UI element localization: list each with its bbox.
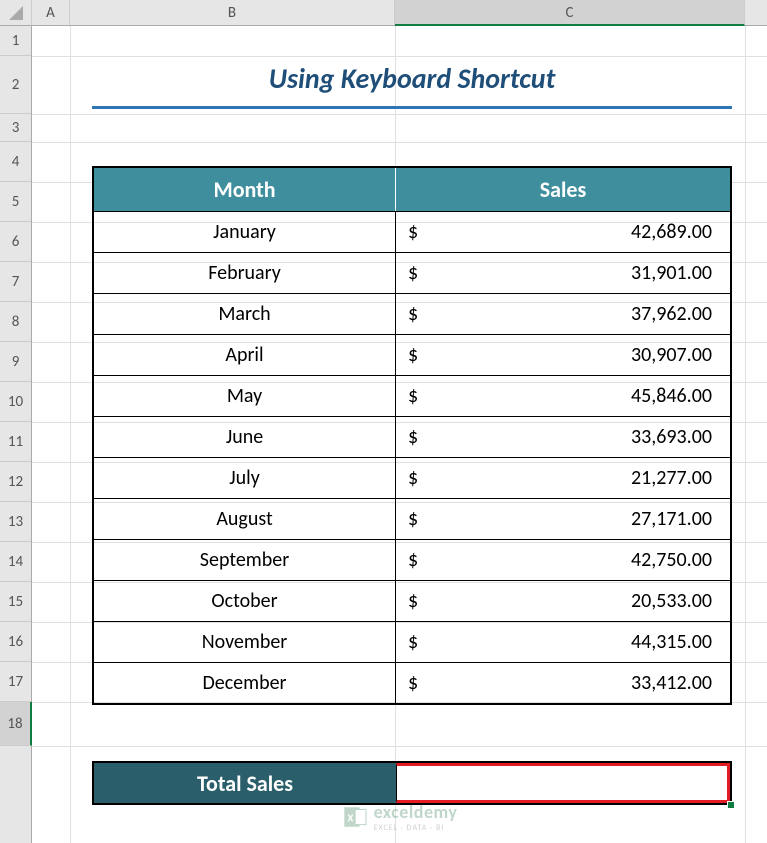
sales-cell[interactable]: $33,693.00 <box>396 417 730 457</box>
sales-cell[interactable]: $33,412.00 <box>396 663 730 703</box>
month-cell[interactable]: January <box>94 212 396 252</box>
month-cell[interactable]: November <box>94 622 396 662</box>
header-sales[interactable]: Sales <box>396 168 730 211</box>
sales-cell[interactable]: $45,846.00 <box>396 376 730 416</box>
svg-text:X: X <box>347 811 353 824</box>
row-header-4[interactable]: 4 <box>0 142 31 182</box>
month-cell[interactable]: June <box>94 417 396 457</box>
month-cell[interactable]: December <box>94 663 396 703</box>
month-cell[interactable]: March <box>94 294 396 334</box>
row-header-16[interactable]: 16 <box>0 622 31 662</box>
row-header-10[interactable]: 10 <box>0 382 31 422</box>
total-label[interactable]: Total Sales <box>94 763 396 803</box>
row-header-3[interactable]: 3 <box>0 114 31 142</box>
data-table: Month Sales January$42,689.00February$31… <box>92 166 732 705</box>
table-row: October$20,533.00 <box>94 580 730 621</box>
page-title: Using Keyboard Shortcut <box>92 61 732 96</box>
col-header-B[interactable]: B <box>70 0 395 25</box>
table-row: March$37,962.00 <box>94 293 730 334</box>
table-row: May$45,846.00 <box>94 375 730 416</box>
select-all-corner[interactable] <box>0 0 32 26</box>
col-header-C[interactable]: C <box>395 0 745 26</box>
active-cell-overlay <box>396 761 731 805</box>
sales-cell[interactable]: $44,315.00 <box>396 622 730 662</box>
sales-cell[interactable]: $30,907.00 <box>396 335 730 375</box>
row-header-1[interactable]: 1 <box>0 26 31 56</box>
month-cell[interactable]: September <box>94 540 396 580</box>
table-row: February$31,901.00 <box>94 252 730 293</box>
sales-cell[interactable]: $42,689.00 <box>396 212 730 252</box>
table-row: July$21,277.00 <box>94 457 730 498</box>
fill-handle[interactable] <box>727 801 735 809</box>
table-row: December$33,412.00 <box>94 662 730 703</box>
col-header-A[interactable]: A <box>32 0 70 25</box>
row-header-14[interactable]: 14 <box>0 542 31 582</box>
table-row: August$27,171.00 <box>94 498 730 539</box>
sales-cell[interactable]: $42,750.00 <box>396 540 730 580</box>
watermark: X exceldemy EXCEL · DATA · BI <box>342 801 458 833</box>
row-header-11[interactable]: 11 <box>0 422 31 462</box>
row-header-9[interactable]: 9 <box>0 342 31 382</box>
month-cell[interactable]: February <box>94 253 396 293</box>
sales-cell[interactable]: $20,533.00 <box>396 581 730 621</box>
row-header-13[interactable]: 13 <box>0 502 31 542</box>
month-cell[interactable]: October <box>94 581 396 621</box>
month-cell[interactable]: August <box>94 499 396 539</box>
sales-cell[interactable]: $27,171.00 <box>396 499 730 539</box>
table-header: Month Sales <box>94 168 730 211</box>
row-header-7[interactable]: 7 <box>0 262 31 302</box>
row-header-5[interactable]: 5 <box>0 182 31 222</box>
watermark-sub: EXCEL · DATA · BI <box>374 823 458 833</box>
sales-cell[interactable]: $37,962.00 <box>396 294 730 334</box>
table-row: September$42,750.00 <box>94 539 730 580</box>
worksheet-grid[interactable]: Using Keyboard Shortcut Month Sales Janu… <box>32 26 767 843</box>
row-headers: 123456789101112131415161718 <box>0 26 32 843</box>
row-header-17[interactable]: 17 <box>0 662 31 702</box>
sheet-content: Using Keyboard Shortcut Month Sales Janu… <box>32 26 767 843</box>
row-header-15[interactable]: 15 <box>0 582 31 622</box>
row-header-8[interactable]: 8 <box>0 302 31 342</box>
month-cell[interactable]: May <box>94 376 396 416</box>
sales-cell[interactable]: $21,277.00 <box>396 458 730 498</box>
title-underline <box>92 106 732 109</box>
table-row: January$42,689.00 <box>94 211 730 252</box>
table-row: April$30,907.00 <box>94 334 730 375</box>
header-month[interactable]: Month <box>94 168 396 211</box>
column-headers: A B C <box>32 0 767 26</box>
row-header-2[interactable]: 2 <box>0 56 31 114</box>
excel-icon: X <box>342 804 368 830</box>
table-row: November$44,315.00 <box>94 621 730 662</box>
row-header-12[interactable]: 12 <box>0 462 31 502</box>
select-all-triangle-icon <box>9 6 23 20</box>
sales-cell[interactable]: $31,901.00 <box>396 253 730 293</box>
row-header-18[interactable]: 18 <box>0 702 32 746</box>
watermark-main: exceldemy <box>374 801 458 823</box>
month-cell[interactable]: April <box>94 335 396 375</box>
table-row: June$33,693.00 <box>94 416 730 457</box>
row-header-6[interactable]: 6 <box>0 222 31 262</box>
month-cell[interactable]: July <box>94 458 396 498</box>
